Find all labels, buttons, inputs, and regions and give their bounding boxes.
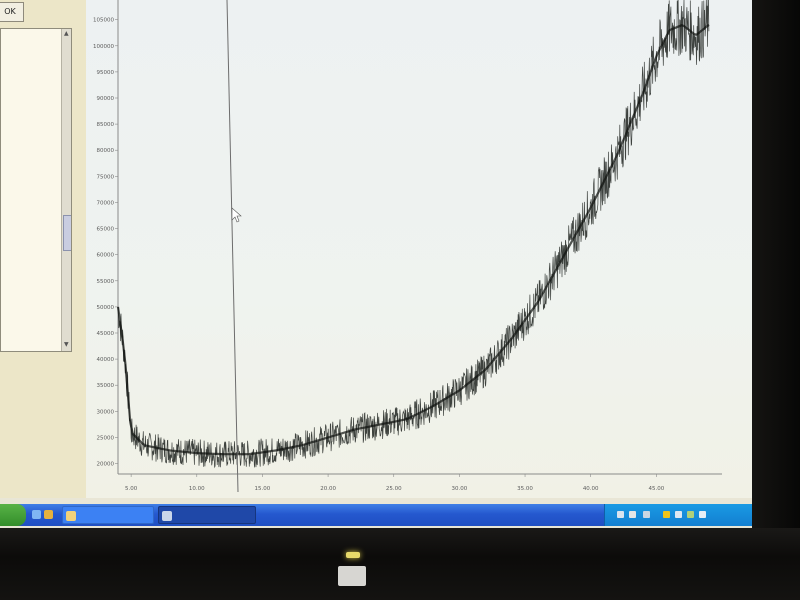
y-tick-label: 35000 xyxy=(97,383,115,389)
x-tick-label: 10.00 xyxy=(189,486,205,492)
y-tick-label: 25000 xyxy=(97,435,115,441)
taskbar xyxy=(0,504,752,526)
scroll-up-icon[interactable]: ▲ xyxy=(64,30,69,37)
tray-icon[interactable] xyxy=(675,511,682,518)
scroll-down-icon[interactable]: ▼ xyxy=(64,341,69,348)
monitor-screen: OK ▲ ▼ 20000 25000 30000 35000 40000 45000 500… xyxy=(0,0,752,528)
y-tick-label: 80000 xyxy=(97,148,115,154)
chart-svg: 20000 25000 30000 35000 40000 45000 50000 55000… xyxy=(93,0,722,493)
y-tick-label: 45000 xyxy=(97,331,115,337)
mouse-pointer-icon xyxy=(231,207,242,223)
system-tray xyxy=(604,504,752,526)
x-axis-ticks: 5.00 10.00 15.00 20.00 25.00 30.00 35.00 40.00 4… xyxy=(125,474,665,492)
y-tick-label: 40000 xyxy=(97,357,115,363)
x-tick-label: 25.00 xyxy=(386,486,402,492)
start-button[interactable] xyxy=(0,504,26,526)
taskbar-item-active[interactable] xyxy=(158,506,256,524)
app-icon xyxy=(162,511,172,521)
y-tick-label: 90000 xyxy=(97,96,115,102)
monitor-bezel xyxy=(0,528,800,600)
show-desktop-icon[interactable] xyxy=(32,510,41,519)
list-scrollbar[interactable]: ▲ ▼ xyxy=(61,29,71,351)
y-tick-label: 105000 xyxy=(93,18,114,24)
monitor-bezel xyxy=(752,0,800,600)
left-panel: OK ▲ ▼ xyxy=(0,0,87,498)
power-led-icon xyxy=(346,552,360,558)
x-tick-label: 20.00 xyxy=(320,486,336,492)
tray-icon[interactable] xyxy=(687,511,694,518)
cursor-line[interactable] xyxy=(226,0,239,493)
y-tick-label: 60000 xyxy=(97,253,115,259)
y-tick-label: 75000 xyxy=(97,174,115,180)
folder-icon xyxy=(66,511,76,521)
x-tick-label: 35.00 xyxy=(517,486,533,492)
series-trend-line xyxy=(116,24,710,456)
tray-icon[interactable] xyxy=(629,511,636,518)
y-tick-label: 50000 xyxy=(97,305,115,311)
tray-icon[interactable] xyxy=(663,511,670,518)
x-tick-label: 30.00 xyxy=(452,486,468,492)
y-axis-ticks: 20000 25000 30000 35000 40000 45000 50000 55000… xyxy=(93,18,118,468)
x-tick-label: 40.00 xyxy=(583,486,599,492)
volume-icon[interactable] xyxy=(699,511,706,518)
data-series xyxy=(116,0,710,469)
y-tick-label: 20000 xyxy=(97,462,115,468)
x-tick-label: 45.00 xyxy=(648,486,664,492)
ok-button[interactable]: OK xyxy=(0,2,24,22)
scroll-thumb[interactable] xyxy=(63,215,71,251)
tray-icon[interactable] xyxy=(617,511,624,518)
x-tick-label: 5.00 xyxy=(125,486,138,492)
x-tick-label: 15.00 xyxy=(255,486,271,492)
y-tick-label: 95000 xyxy=(97,70,115,76)
taskbar-item[interactable] xyxy=(62,506,154,524)
y-tick-label: 100000 xyxy=(93,44,114,50)
y-tick-label: 70000 xyxy=(97,200,115,206)
folder-icon[interactable] xyxy=(44,510,53,519)
tray-icon[interactable] xyxy=(643,511,650,518)
series-line xyxy=(117,0,710,469)
monitor-logo xyxy=(338,566,366,586)
y-tick-label: 65000 xyxy=(97,227,115,233)
sample-list[interactable]: ▲ ▼ xyxy=(0,28,72,352)
y-tick-label: 55000 xyxy=(97,279,115,285)
y-tick-label: 85000 xyxy=(97,122,115,128)
chart-area[interactable]: 20000 25000 30000 35000 40000 45000 50000 55000… xyxy=(86,0,752,498)
y-tick-label: 30000 xyxy=(97,409,115,415)
